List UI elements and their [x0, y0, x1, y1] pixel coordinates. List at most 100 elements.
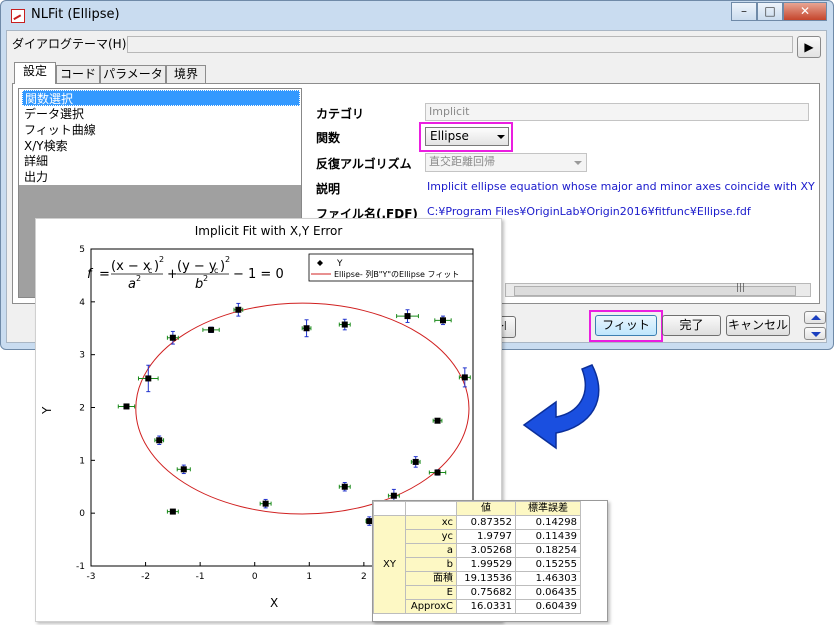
data-point [404, 313, 411, 320]
y-tick-label: 4 [79, 298, 85, 308]
table-row: b 1.99529 0.15255 [374, 557, 581, 572]
curved-arrow-icon [522, 364, 600, 450]
fit-button[interactable]: フィット [595, 315, 657, 336]
param-error-cell: 0.06435 [515, 585, 581, 600]
done-button[interactable]: 完了 [662, 315, 721, 336]
scrollbar-thumb[interactable] [514, 286, 796, 296]
data-point [262, 500, 269, 507]
param-value-cell: 19.13536 [456, 571, 516, 586]
window-title: NLFit (Ellipse) [31, 7, 120, 22]
function-dropdown[interactable]: Ellipse [425, 127, 509, 146]
group-label-cell: XY [373, 515, 406, 614]
header-std-error: 標準誤差 [515, 501, 581, 516]
data-point [169, 334, 176, 341]
table-row: yc 1.9797 0.11439 [374, 529, 581, 544]
param-error-cell: 0.14298 [515, 515, 581, 530]
cancel-button[interactable]: キャンセル [726, 315, 790, 336]
y-axis-label: Y [40, 406, 54, 415]
x-tick-label: 1 [306, 572, 312, 582]
properties-horizontal-scrollbar[interactable]: ||| [505, 283, 811, 297]
chart-legend: Y Ellipse- 列B"Y"のEllipse フィット [308, 253, 474, 282]
title-bar[interactable]: NLFit (Ellipse) – □ ✕ [1, 1, 835, 31]
x-tick-label: -3 [87, 572, 96, 582]
tree-item-fit-curve[interactable]: フィット曲線 [22, 122, 300, 138]
param-name-cell: a [405, 543, 457, 558]
param-name-cell: b [405, 557, 457, 572]
minimize-button[interactable]: – [731, 2, 757, 21]
x-tick-label: 2 [361, 572, 367, 582]
svg-text:2: 2 [136, 274, 141, 283]
tab-parameters[interactable]: パラメータ [100, 65, 166, 83]
svg-text:a: a [128, 277, 136, 292]
svg-text:− 1 = 0: − 1 = 0 [233, 267, 284, 282]
param-value-cell: 0.87352 [456, 515, 516, 530]
tree-item-advanced[interactable]: 詳細 [22, 153, 300, 169]
param-name-cell: E [405, 585, 457, 600]
svg-text:2: 2 [203, 274, 208, 283]
y-tick-label: 2 [79, 404, 85, 414]
scrollbar-grip-icon: ||| [736, 283, 746, 293]
tab-code[interactable]: コード [56, 65, 100, 83]
svg-text:=: = [99, 267, 110, 282]
data-point [434, 417, 441, 424]
table-row: XY xc 0.87352 0.14298 [373, 515, 581, 614]
data-point [439, 317, 446, 324]
param-value-cell: 0.75682 [456, 585, 516, 600]
description-text: Implicit ellipse equation whose major an… [427, 180, 815, 193]
category-label: カテゴリ [316, 107, 365, 121]
tree-item-xy-find[interactable]: X/Y検索 [22, 138, 300, 154]
triangle-up-icon [811, 315, 821, 320]
y-tick-label: -1 [76, 562, 85, 572]
corner-cell [405, 501, 457, 516]
data-point [390, 492, 397, 499]
dialog-theme-field[interactable] [127, 36, 793, 53]
fit-results-table: 値 標準誤差 XY xc 0.87352 0.14298 yc 1.9797 0.11439… [372, 500, 608, 622]
dropdown-arrow-icon [574, 161, 582, 165]
data-point [461, 374, 468, 381]
tab-bounds[interactable]: 境界 [166, 65, 206, 83]
formula: f = (x − xc) 2 a2 + (y − yc) 2 b2 − 1 = 0 [87, 255, 284, 292]
param-error-cell: 0.60439 [515, 599, 581, 614]
param-name-cell: 面積 [405, 571, 457, 586]
param-error-cell: 1.46303 [515, 571, 581, 586]
iteration-algorithm-dropdown: 直交距離回帰 [425, 153, 587, 172]
tab-settings[interactable]: 設定 [14, 62, 56, 84]
param-name-cell: ApproxC [405, 599, 457, 614]
collapse-up-button[interactable] [804, 311, 826, 324]
table-row: 面積 19.13536 1.46303 [374, 571, 581, 586]
x-tick-label: 0 [252, 572, 258, 582]
close-button[interactable]: ✕ [783, 2, 827, 21]
param-error-cell: 0.18254 [515, 543, 581, 558]
iteration-algorithm-label: 反復アルゴリズム [316, 157, 412, 171]
description-label: 説明 [316, 182, 341, 196]
param-error-cell: 0.15255 [515, 557, 581, 572]
table-row: E 0.75682 0.06435 [374, 585, 581, 600]
tree-item-data-select[interactable]: データ選択 [22, 106, 300, 122]
param-name-cell: yc [405, 529, 457, 544]
fdf-file-path: C:¥Program Files¥OriginLab¥Origin2016¥fi… [427, 205, 751, 218]
maximize-button[interactable]: □ [757, 2, 783, 21]
svg-text:2: 2 [225, 255, 230, 264]
triangle-down-icon [811, 332, 821, 337]
data-point [303, 325, 310, 332]
data-point [169, 508, 176, 515]
dialog-theme-label: ダイアログテーマ(H) [12, 37, 127, 51]
table-row: a 3.05268 0.18254 [374, 543, 581, 558]
tree-item-function-select[interactable]: 関数選択 [22, 90, 300, 106]
param-value-cell: 1.9797 [456, 529, 516, 544]
param-value-cell: 16.0331 [456, 599, 516, 614]
app-icon [11, 9, 25, 23]
data-point [235, 306, 242, 313]
dropdown-arrow-icon [497, 135, 505, 139]
data-point [156, 437, 163, 444]
category-field: Implicit [425, 103, 809, 121]
legend-entry-y: Y [336, 259, 343, 269]
x-axis-label: X [270, 596, 278, 610]
svg-text:(y − y: (y − y [177, 259, 217, 274]
x-tick-label: -1 [196, 572, 205, 582]
param-value-cell: 3.05268 [456, 543, 516, 558]
tree-item-output[interactable]: 出力 [22, 169, 300, 185]
data-point [412, 458, 419, 465]
expand-down-button[interactable] [804, 327, 826, 340]
theme-menu-arrow-button[interactable]: ▶ [797, 36, 821, 58]
